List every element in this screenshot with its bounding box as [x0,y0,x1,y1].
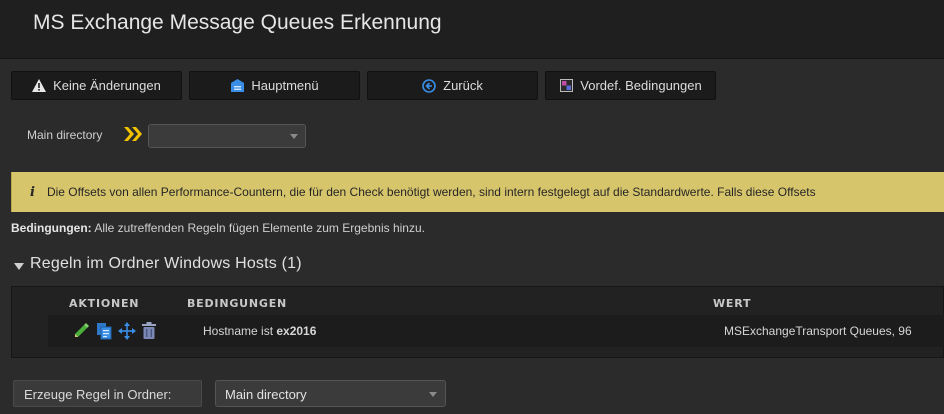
delete-icon[interactable] [141,322,157,343]
chevron-down-icon [429,392,437,397]
page-title: MS Exchange Message Queues Erkennung [33,11,442,34]
move-icon[interactable] [118,322,136,343]
back-arrow-icon [422,78,436,93]
info-banner: i Die Offsets von allen Performance-Coun… [11,172,944,212]
no-changes-label: Keine Änderungen [53,78,161,93]
rules-table: AKTIONEN BEDINGUNGEN WERT Hostname ist e… [11,286,944,358]
info-text: Die Offsets von allen Performance-Counte… [46,185,816,199]
home-icon [230,79,244,93]
main-menu-button[interactable]: Hauptmenü [189,71,360,100]
back-label: Zurück [443,78,483,93]
directory-label: Main directory [27,128,103,142]
value-cell: MSExchangeTransport Queues, 96 [724,324,912,338]
collapse-triangle-icon[interactable] [14,262,24,270]
table-row[interactable]: Hostname ist ex2016 MSExchangeTransport … [48,315,944,347]
info-icon: i [30,184,35,200]
header-actions: AKTIONEN [69,297,140,310]
header-conditions: BEDINGUNGEN [187,297,288,310]
header-value: WERT [713,297,752,310]
conditions-text: Alle zutreffenden Regeln fügen Elemente … [91,221,425,235]
row-actions [72,322,157,343]
chevron-down-icon [290,134,298,139]
conditions-heading: Bedingungen: [11,221,92,235]
condition-cell: Hostname ist ex2016 [203,324,316,338]
conditions-description: Bedingungen: Alle zutreffenden Regeln fü… [11,221,425,235]
predefined-conditions-button[interactable]: Vordef. Bedingungen [545,71,716,100]
create-rule-folder-value: Main directory [225,387,307,402]
title-bar: MS Exchange Message Queues Erkennung [0,0,944,59]
edit-icon[interactable] [72,322,90,343]
main-menu-label: Hauptmenü [251,78,319,93]
clone-icon[interactable] [95,322,113,343]
predefined-conditions-label: Vordef. Bedingungen [580,78,702,93]
condition-value: ex2016 [276,324,317,338]
double-chevron-right-icon [124,126,144,145]
no-changes-button[interactable]: Keine Änderungen [11,71,182,100]
folder-title: Regeln im Ordner Windows Hosts (1) [30,255,302,272]
folder-section-header[interactable]: Regeln im Ordner Windows Hosts (1) [14,255,302,273]
back-button[interactable]: Zurück [367,71,538,100]
create-rule-folder-select[interactable]: Main directory [215,380,446,407]
directory-select[interactable] [148,124,306,148]
create-rule-label: Erzeuge Regel in Ordner: [13,380,202,407]
condition-prefix: Hostname ist [203,324,277,338]
warning-icon [32,79,47,93]
predefined-conditions-icon [559,79,573,93]
